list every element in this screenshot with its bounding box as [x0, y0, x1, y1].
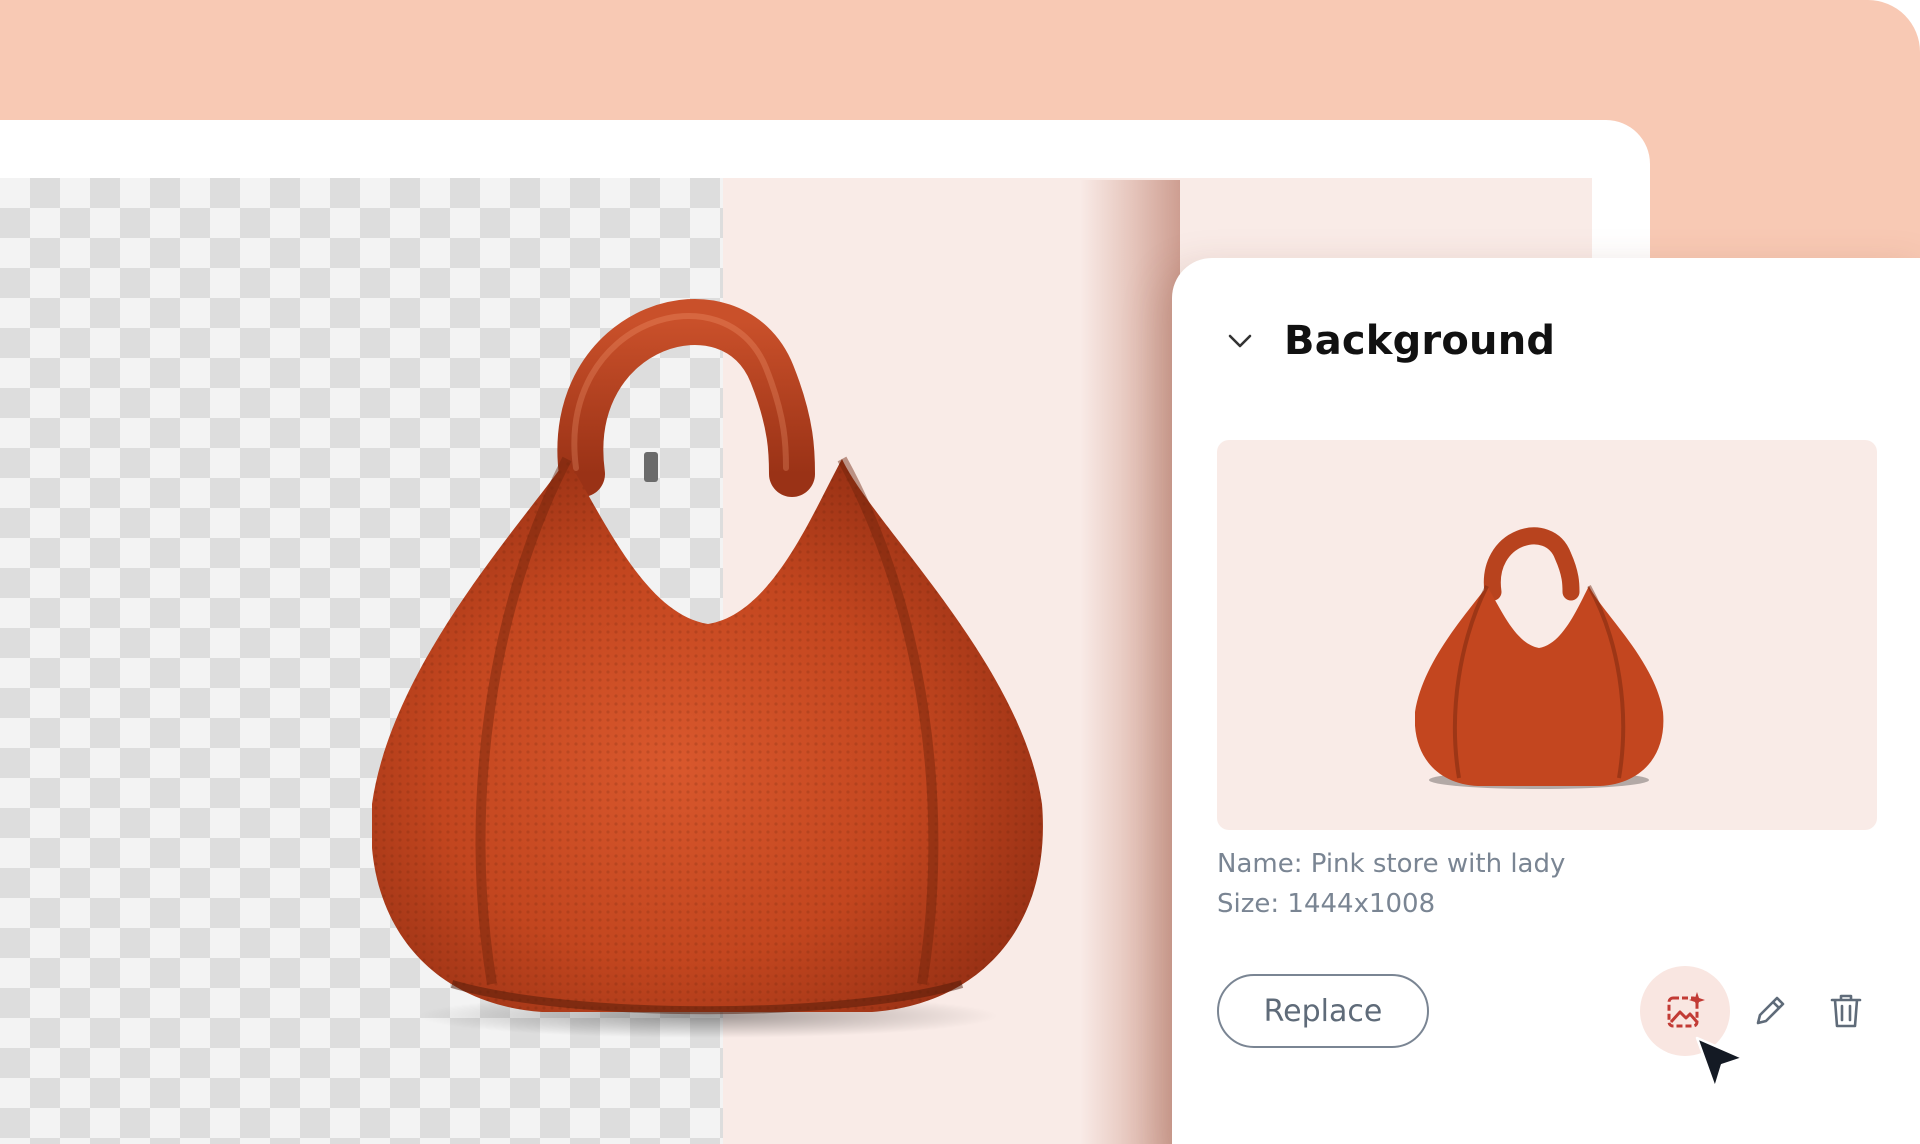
delete-button[interactable] — [1818, 983, 1874, 1039]
pencil-icon — [1756, 996, 1785, 1025]
replace-button[interactable]: Replace — [1217, 974, 1429, 1048]
edit-button[interactable] — [1742, 983, 1798, 1039]
mouse-cursor-icon — [1695, 1036, 1745, 1090]
handbag-image[interactable] — [372, 284, 1052, 1044]
panel-header[interactable]: Background — [1224, 318, 1555, 364]
preview-handbag-image — [1415, 527, 1664, 789]
background-name: Name: Pink store with lady — [1217, 849, 1566, 879]
chevron-down-icon[interactable] — [1224, 325, 1256, 357]
ai-image-icon — [1667, 992, 1705, 1028]
app-stage: Background Name: Pink store with lady Si… — [0, 0, 1920, 1144]
panel-title: Background — [1284, 318, 1556, 364]
background-meta: Name: Pink store with lady Size: 1444x10… — [1217, 844, 1565, 924]
panel-shadow — [1080, 180, 1180, 1144]
trash-icon — [1830, 994, 1862, 1028]
background-size: Size: 1444x1008 — [1217, 889, 1436, 919]
